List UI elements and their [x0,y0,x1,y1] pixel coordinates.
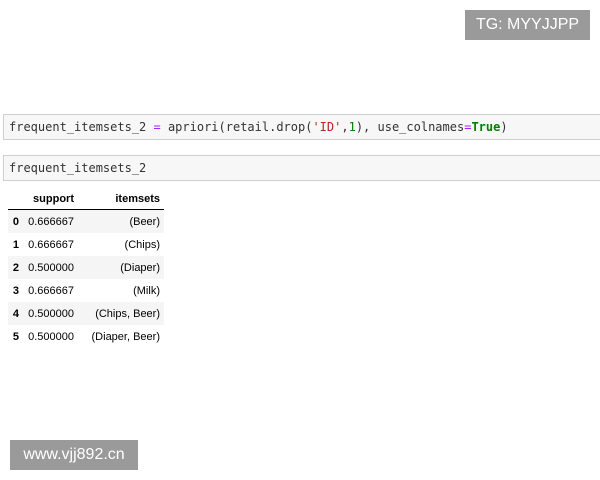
support-cell: 0.500000 [28,307,74,320]
code-text-variable: frequent_itemsets_2 [9,120,154,134]
dataframe-table: support itemsets 0 0.666667 (Beer) 1 0.6… [8,188,164,348]
itemsets-header: itemsets [78,188,164,210]
support-cell: 0.666667 [28,215,74,228]
watermark-bottom: www.vjj892.cn [10,440,138,470]
table-row: 3 0.666667 (Milk) [8,279,164,302]
support-cell: 0.500000 [28,330,74,343]
code-comma: , [341,120,349,134]
code-cell-display[interactable]: frequent_itemsets_2 [3,155,600,181]
itemsets-cell: (Milk) [133,284,160,297]
table-row: 2 0.500000 (Diaper) [8,256,164,279]
code-operator-eq: = [464,120,472,134]
table-row: 4 0.500000 (Chips, Beer) [8,302,164,325]
itemsets-cell: (Chips, Beer) [95,307,160,320]
row-index: 5 [12,330,19,343]
row-index: 3 [12,284,19,297]
code-operator: = [153,120,161,134]
code-number: 1 [348,120,356,134]
row-index: 1 [12,238,19,251]
code-close-paren: ) [500,120,508,134]
table-row: 1 0.666667 (Chips) [8,233,164,256]
table-row: 0 0.666667 (Beer) [8,209,164,233]
table-row: 5 0.500000 (Diaper, Beer) [8,325,164,348]
support-cell: 0.666667 [28,238,74,251]
index-header [8,188,23,210]
code-text-display: frequent_itemsets_2 [9,161,147,175]
row-index: 4 [12,307,19,320]
row-index: 0 [12,215,19,228]
code-cell-apriori[interactable]: frequent_itemsets_2 = apriori(retail.dro… [3,114,600,140]
itemsets-cell: (Chips) [124,238,160,251]
code-keyword: True [471,120,501,134]
code-text-kwarg: ), use_colnames [355,120,465,134]
itemsets-cell: (Diaper, Beer) [91,330,160,343]
support-cell: 0.666667 [28,284,74,297]
itemsets-cell: (Beer) [129,215,160,228]
watermark-top: TG: MYYJJPP [465,10,590,40]
code-text-call: apriori(retail.drop( [160,120,313,134]
support-header: support [23,188,78,210]
support-cell: 0.500000 [28,261,74,274]
row-index: 2 [12,261,19,274]
itemsets-cell: (Diaper) [120,261,160,274]
code-string: 'ID' [312,120,342,134]
table-header-row: support itemsets [8,188,164,210]
